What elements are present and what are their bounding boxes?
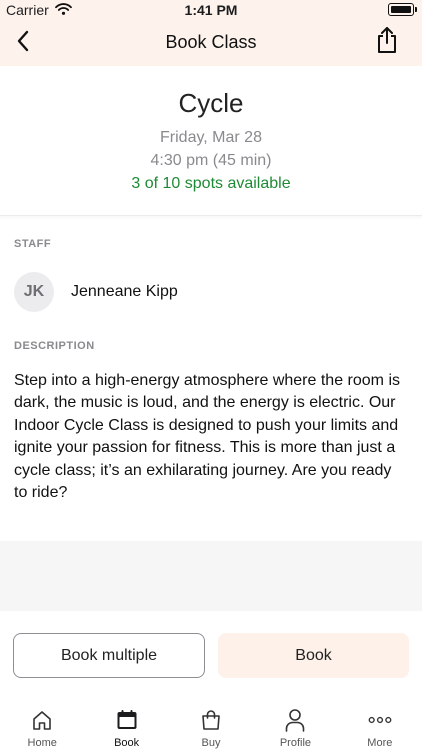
tab-label: Home (27, 737, 57, 749)
share-icon (375, 26, 399, 59)
tab-bar: Home Book Buy Profile More (0, 700, 422, 750)
tab-more[interactable]: More (338, 700, 422, 750)
battery-icon (388, 3, 417, 16)
tab-home[interactable]: Home (0, 700, 84, 750)
tab-label: Buy (201, 737, 221, 749)
avatar: JK (14, 272, 54, 312)
tab-label: Profile (279, 737, 312, 749)
person-icon (283, 708, 307, 732)
more-icon (368, 708, 392, 732)
book-button[interactable]: Book (218, 633, 409, 678)
class-header: Cycle Friday, Mar 28 4:30 pm (45 min) 3 … (0, 66, 422, 216)
staff-section-label: STAFF (14, 238, 52, 250)
class-name: Cycle (178, 88, 244, 118)
tab-label: More (367, 737, 393, 749)
description-section-label: DESCRIPTION (14, 340, 95, 352)
staff-row[interactable]: JK Jenneane Kipp (14, 272, 178, 312)
tab-profile[interactable]: Profile (253, 700, 337, 750)
status-bar: Carrier 1:41 PM (0, 0, 422, 20)
status-time: 1:41 PM (184, 2, 238, 18)
staff-name: Jenneane Kipp (71, 283, 178, 300)
nav-bar: Book Class (0, 20, 422, 66)
spots-available: 3 of 10 spots available (131, 175, 291, 192)
shopping-bag-icon (199, 708, 223, 732)
tab-label: Book (114, 737, 140, 749)
book-multiple-button[interactable]: Book multiple (13, 633, 205, 678)
class-time: 4:30 pm (45 min) (150, 152, 272, 169)
home-icon (30, 708, 54, 732)
page-title: Book Class (165, 32, 257, 52)
tab-book[interactable]: Book (84, 700, 168, 750)
share-button[interactable] (372, 26, 402, 58)
tab-buy[interactable]: Buy (169, 700, 253, 750)
spacer-band (0, 541, 422, 611)
calendar-icon (115, 708, 139, 732)
class-date: Friday, Mar 28 (160, 129, 262, 146)
class-description: Step into a high-energy atmosphere where… (14, 372, 400, 502)
